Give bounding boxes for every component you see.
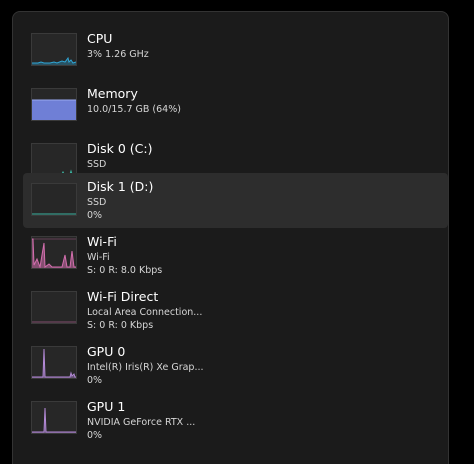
item-adapter: Intel(R) Iris(R) Xe Grap... [87, 362, 204, 373]
item-usage: 0% [87, 375, 103, 386]
item-title: GPU 1 [87, 399, 126, 414]
sidebar-item-wifi-direct[interactable]: Wi-Fi Direct Local Area Connection... S:… [23, 285, 448, 340]
gpu-graph-icon [31, 401, 77, 434]
sidebar-item-disk-1[interactable]: Disk 1 (D:) SSD 0% [23, 173, 448, 228]
sidebar-item-gpu-1[interactable]: GPU 1 NVIDIA GeForce RTX ... 0% [23, 395, 448, 450]
item-usage: 0% [87, 430, 103, 441]
memory-graph-icon [31, 88, 77, 121]
item-adapter: Wi-Fi [87, 252, 110, 263]
item-title: CPU [87, 31, 113, 46]
item-title: Disk 1 (D:) [87, 179, 154, 194]
cpu-graph-icon [31, 33, 77, 66]
sidebar-item-wifi[interactable]: Wi-Fi Wi-Fi S: 0 R: 8.0 Kbps [23, 230, 448, 285]
item-detail: 3% 1.26 GHz [87, 49, 149, 60]
item-detail: 10.0/15.7 GB (64%) [87, 104, 181, 115]
gpu-graph-icon [31, 346, 77, 379]
sidebar-item-cpu[interactable]: CPU 3% 1.26 GHz [23, 27, 448, 82]
sidebar-item-gpu-0[interactable]: GPU 0 Intel(R) Iris(R) Xe Grap... 0% [23, 340, 448, 395]
item-title: GPU 0 [87, 344, 126, 359]
item-title: Wi-Fi [87, 234, 117, 249]
item-throughput: S: 0 R: 0 Kbps [87, 320, 154, 331]
disk-graph-icon [31, 183, 77, 216]
item-usage: 0% [87, 210, 103, 221]
item-type: SSD [87, 197, 107, 208]
item-throughput: S: 0 R: 8.0 Kbps [87, 265, 163, 276]
item-title: Wi-Fi Direct [87, 289, 159, 304]
item-adapter: NVIDIA GeForce RTX ... [87, 417, 196, 428]
item-adapter: Local Area Connection... [87, 307, 203, 318]
performance-sidebar: CPU 3% 1.26 GHz Memory 10.0/15.7 GB (64%… [12, 11, 449, 464]
sidebar-item-memory[interactable]: Memory 10.0/15.7 GB (64%) [23, 82, 448, 137]
network-graph-icon [31, 291, 77, 324]
network-graph-icon [31, 236, 77, 269]
item-title: Disk 0 (C:) [87, 141, 153, 156]
item-title: Memory [87, 86, 138, 101]
item-type: SSD [87, 159, 107, 170]
disk-graph-icon [31, 143, 77, 176]
